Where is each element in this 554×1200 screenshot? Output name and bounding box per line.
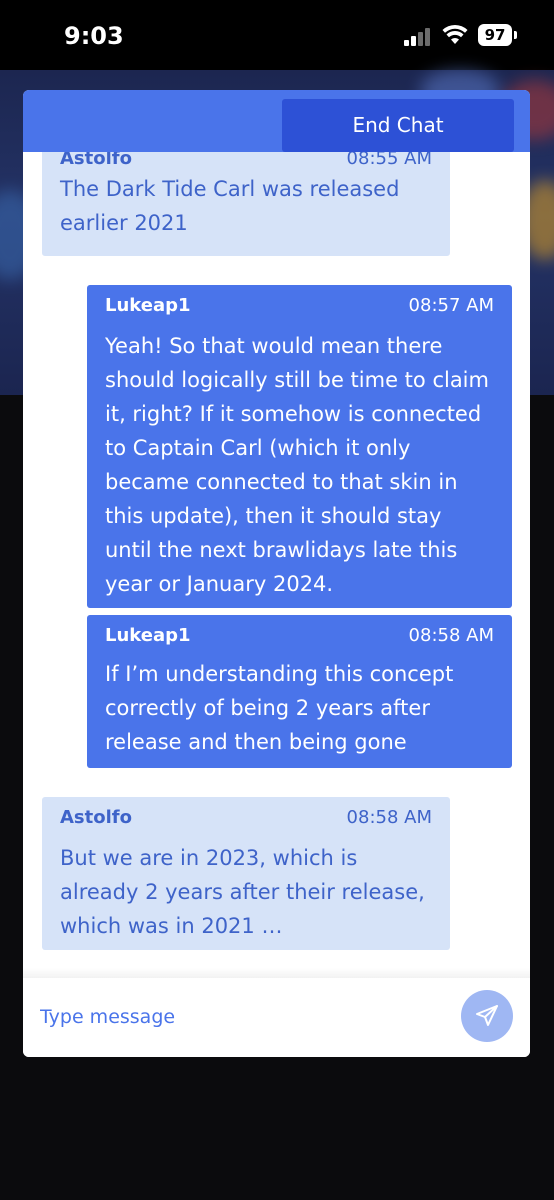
battery-icon: 97 xyxy=(478,24,512,46)
message-meta: Lukeap1 08:58 AM xyxy=(105,625,494,646)
message-time: 08:58 AM xyxy=(408,625,494,646)
message-outgoing: Lukeap1 08:58 AM If I’m understanding th… xyxy=(87,615,512,768)
message-text: But we are in 2023, which is already 2 y… xyxy=(60,846,425,938)
chat-header: End Chat xyxy=(23,90,530,152)
message-meta: Astolfo 08:55 AM xyxy=(60,152,432,169)
chat-panel: End Chat Astolfo 08:55 AM The Dark Tide … xyxy=(23,90,530,1057)
message-outgoing: Lukeap1 08:57 AM Yeah! So that would mea… xyxy=(87,285,512,608)
status-bar: 9:03 97 xyxy=(0,0,554,70)
send-paper-plane-icon xyxy=(476,1005,498,1026)
message-text: The Dark Tide Carl was released earlier … xyxy=(60,177,400,235)
message-incoming: Astolfo 08:58 AM But we are in 2023, whi… xyxy=(42,797,450,950)
cellular-signal-icon xyxy=(404,28,434,46)
message-sender: Lukeap1 xyxy=(105,295,191,316)
send-button[interactable] xyxy=(461,990,513,1042)
message-sender: Astolfo xyxy=(60,807,132,828)
message-incoming: Astolfo 08:55 AM The Dark Tide Carl was … xyxy=(42,152,450,256)
message-meta: Lukeap1 08:57 AM xyxy=(105,295,494,316)
message-time: 08:57 AM xyxy=(408,295,494,316)
message-input[interactable] xyxy=(38,998,442,1036)
battery-tip xyxy=(514,31,517,39)
message-time: 08:58 AM xyxy=(346,807,432,828)
end-chat-button[interactable]: End Chat xyxy=(282,99,514,152)
message-sender: Lukeap1 xyxy=(105,625,191,646)
message-list[interactable]: Astolfo 08:55 AM The Dark Tide Carl was … xyxy=(23,152,530,977)
message-composer xyxy=(23,978,530,1057)
wifi-icon xyxy=(442,24,468,44)
status-time: 9:03 xyxy=(64,22,124,50)
message-text: If I’m understanding this concept correc… xyxy=(105,662,454,754)
composer-divider xyxy=(23,968,530,978)
message-sender: Astolfo xyxy=(60,152,132,169)
message-text: Yeah! So that would mean there should lo… xyxy=(105,334,489,596)
message-meta: Astolfo 08:58 AM xyxy=(60,807,432,828)
message-time: 08:55 AM xyxy=(346,152,432,169)
